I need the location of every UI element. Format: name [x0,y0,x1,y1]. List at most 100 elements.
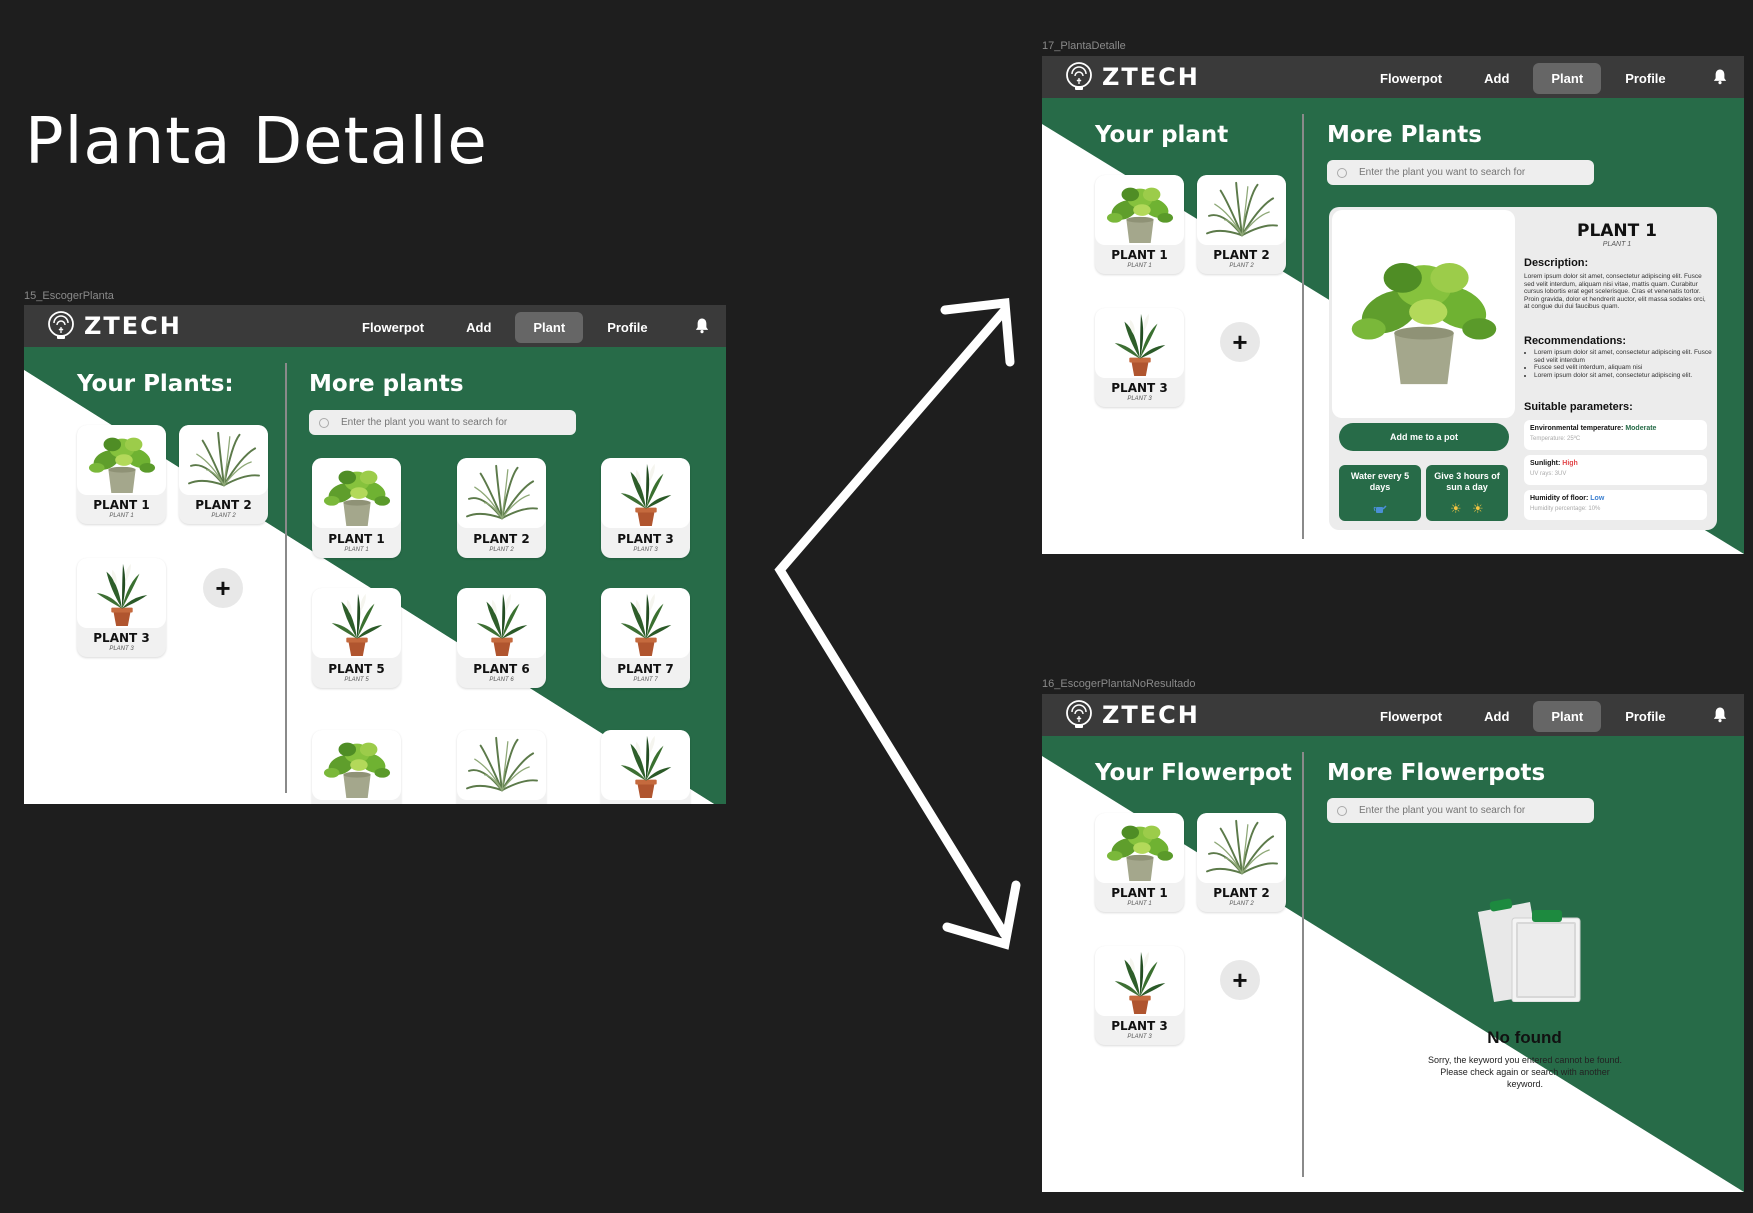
more-plant-card[interactable]: PLANT 7 PLANT 7 [601,588,690,688]
recommendations-list: Lorem ipsum dolor sit amet, consectetur … [1524,349,1712,379]
bell-icon[interactable] [1713,706,1727,723]
your-plant-card[interactable]: PLANT 3 PLANT 3 [77,558,166,657]
plant-subtitle: PLANT 3 [1127,396,1152,402]
bell-icon[interactable] [1713,68,1727,85]
no-found-title: No found [1487,1028,1562,1047]
plant-search-bar[interactable] [1327,160,1594,185]
plant-detail-panel: Add me to a pot Water every 5 days Give … [1329,207,1717,530]
plant-subtitle: PLANT 3 [633,547,658,553]
peace-lily-image [82,560,162,628]
water-card: Water every 5 days [1339,465,1421,521]
your-plant-card[interactable]: PLANT 2 PLANT 2 [179,425,268,524]
top-navbar: ZTECH Flowerpot Add Plant Profile [1042,56,1744,98]
nav-plant[interactable]: Plant [515,312,584,343]
plant-subtitle: PLANT 1 [344,547,369,553]
spider-plant-image [1202,815,1282,883]
ztech-logo[interactable]: ZTECH [46,311,182,341]
pothos-plant-image [1100,815,1180,883]
peace-lily-image [317,590,397,658]
add-to-pot-button[interactable]: Add me to a pot [1339,423,1509,451]
plant-subtitle: PLANT 6 [489,677,514,683]
more-plant-card[interactable]: PLANT 6 PLANT 6 [457,588,546,688]
plant-search-bar[interactable] [1327,798,1594,823]
sun-card: Give 3 hours of sun a day ☀ ☀ [1426,465,1508,521]
your-plant-card[interactable]: PLANT 2 PLANT 2 [1197,813,1286,912]
search-icon [1337,805,1347,816]
add-plant-button[interactable]: + [203,568,243,608]
nav-plant[interactable]: Plant [1533,63,1602,94]
your-plant-card[interactable]: PLANT 1 PLANT 1 [77,425,166,524]
section-divider [1302,752,1304,1177]
param-sub: Temperature: 25ºC [1530,436,1581,442]
plant-subtitle: PLANT 2 [1229,901,1254,907]
more-plant-card[interactable] [601,730,690,804]
plant-detail-image-box [1332,210,1515,418]
more-plant-card[interactable]: PLANT 2 PLANT 2 [457,458,546,558]
nav-profile[interactable]: Profile [589,312,665,343]
search-input[interactable] [1357,804,1594,817]
search-input[interactable] [1357,166,1594,179]
brand-name: ZTECH [1102,701,1200,729]
watering-can-icon [1373,505,1387,513]
peace-lily-image [1100,948,1180,1016]
plant-name: PLANT 2 [195,498,252,512]
more-plant-card[interactable]: PLANT 1 PLANT 1 [312,458,401,558]
param-sub: Humidity percentage: 10% [1530,506,1601,512]
nav-profile[interactable]: Profile [1607,63,1683,94]
nav-flowerpot[interactable]: Flowerpot [1362,63,1460,94]
more-flowerpots-title: More Flowerpots [1327,760,1546,786]
plant-name: PLANT 2 [473,532,530,546]
nav-add[interactable]: Add [448,312,509,343]
more-plant-card[interactable] [312,730,401,804]
plant-name: PLANT 3 [93,631,150,645]
plant-name: PLANT 2 [1213,248,1270,262]
your-plant-card[interactable]: PLANT 1 PLANT 1 [1095,175,1184,274]
peace-lily-image [606,590,686,658]
plant-name: PLANT 5 [328,662,385,676]
more-plant-card[interactable] [457,730,546,804]
spider-plant-image [462,460,542,528]
search-input[interactable] [339,416,576,429]
plant-name: PLANT 1 [93,498,150,512]
pothos-plant-image [82,427,162,495]
your-plant-card[interactable]: PLANT 3 PLANT 3 [1095,946,1184,1045]
pothos-plant-image [1100,177,1180,245]
more-plant-card[interactable]: PLANT 5 PLANT 5 [312,588,401,688]
top-navbar: ZTECH Flowerpot Add Plant Profile [1042,694,1744,736]
nav-plant[interactable]: Plant [1533,701,1602,732]
your-plant-card[interactable]: PLANT 1 PLANT 1 [1095,813,1184,912]
pothos-plant-image [317,460,397,528]
recommendation-item: Fusce sed velit interdum, aliquam nisi [1534,364,1712,372]
param-label: Humidity of floor: [1530,495,1589,502]
nav-flowerpot[interactable]: Flowerpot [1362,701,1460,732]
bell-icon[interactable] [695,317,709,334]
nav-flowerpot[interactable]: Flowerpot [344,312,442,343]
more-plants-title: More plants [309,371,464,397]
pothos-plant-image [1339,239,1509,389]
ztech-logo[interactable]: ZTECH [1064,700,1200,730]
nav-add[interactable]: Add [1466,701,1527,732]
plant-name: PLANT 1 [1111,248,1168,262]
more-plants-title: More Plants [1327,122,1482,148]
sun-icon: ☀ [1472,501,1484,516]
logo-bulb-icon [1064,62,1094,92]
top-navbar: ZTECH Flowerpot Add Plant Profile [24,305,726,347]
plant-subtitle: PLANT 7 [633,677,658,683]
nav-add[interactable]: Add [1466,63,1527,94]
your-plant-card[interactable]: PLANT 3 PLANT 3 [1095,308,1184,407]
add-plant-button[interactable]: + [1220,960,1260,1000]
description-text: Lorem ipsum dolor sit amet, consectetur … [1524,273,1706,311]
param-value: Moderate [1625,425,1657,432]
search-icon [1337,167,1347,178]
plant-name: PLANT 1 [1111,886,1168,900]
plant-name: PLANT 7 [617,662,674,676]
water-label: Water every 5 days [1350,471,1410,492]
more-plant-card[interactable]: PLANT 3 PLANT 3 [601,458,690,558]
nav-profile[interactable]: Profile [1607,701,1683,732]
add-plant-button[interactable]: + [1220,322,1260,362]
param-sub: UV rays: 3UV [1530,471,1567,477]
your-plant-card[interactable]: PLANT 2 PLANT 2 [1197,175,1286,274]
empty-clipboard-icon [1478,898,1581,1002]
ztech-logo[interactable]: ZTECH [1064,62,1200,92]
plant-search-bar[interactable] [309,410,576,435]
